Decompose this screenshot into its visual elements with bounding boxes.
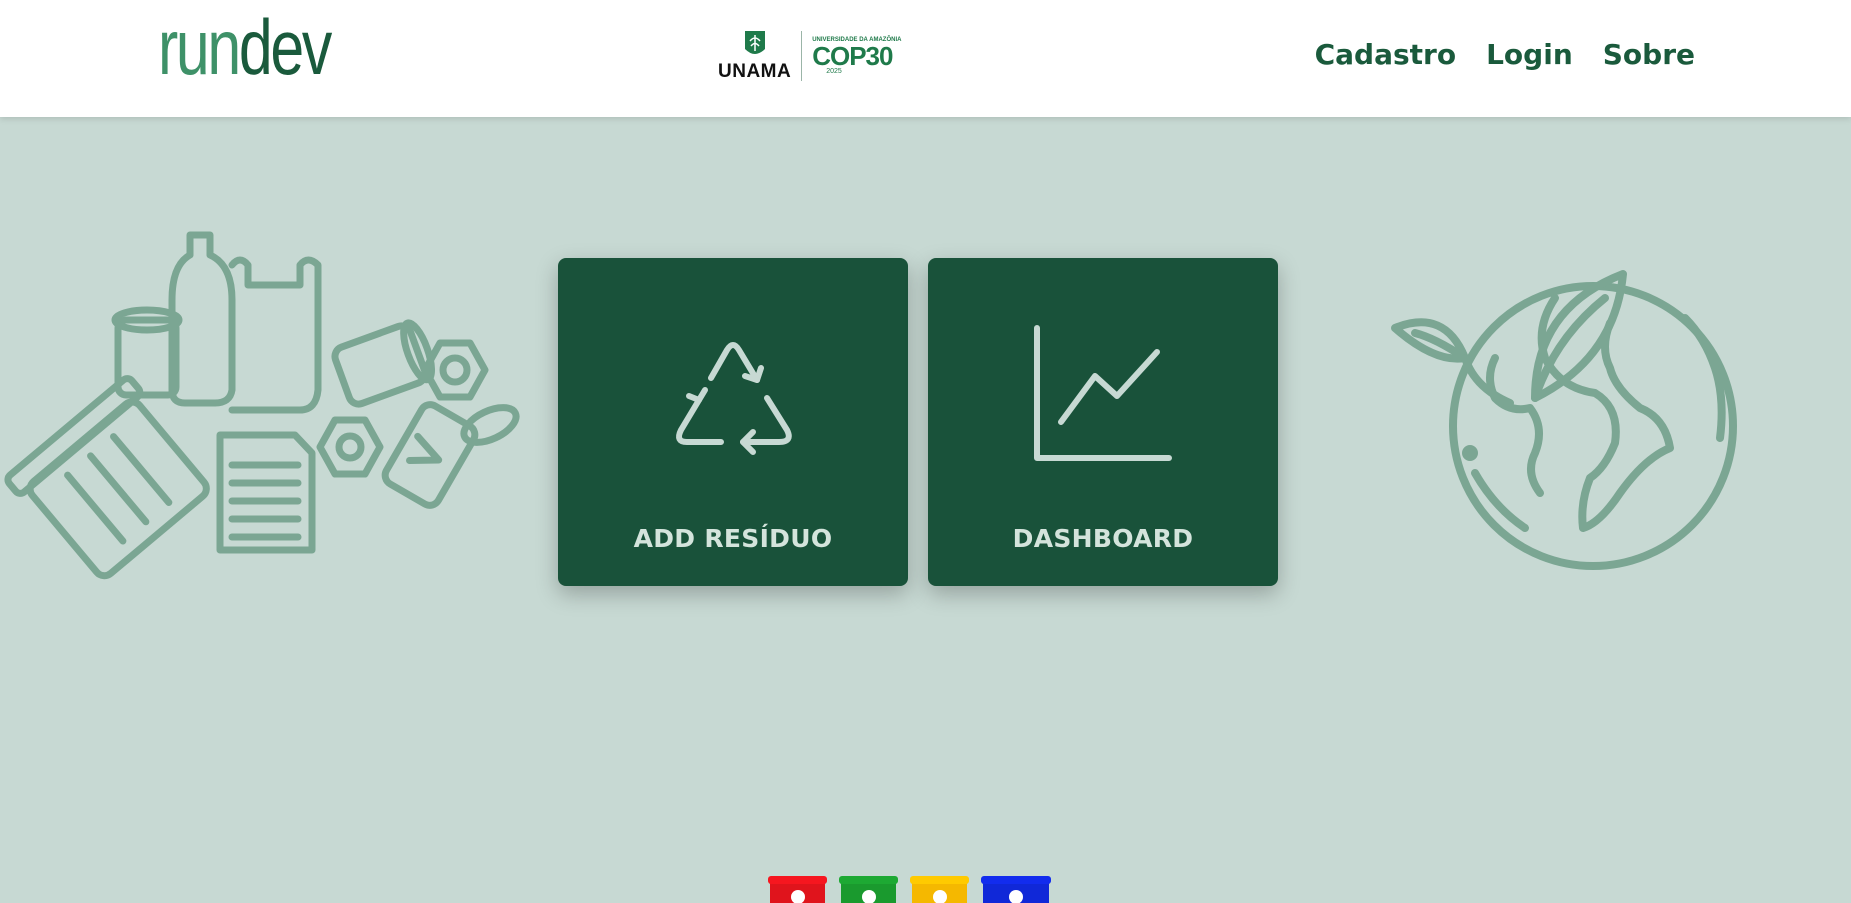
unama-emblem-icon [744, 31, 765, 54]
unama-logo: UNAMA [718, 29, 791, 83]
dashboard-label: DASHBOARD [1012, 524, 1194, 553]
cop30-year: 2025 [826, 67, 842, 75]
partner-divider [801, 31, 803, 81]
nav-link-login[interactable]: Login [1486, 38, 1573, 71]
recycle-icon [676, 342, 792, 455]
brand-logo-part2: dev [238, 3, 332, 91]
nav-link-sobre[interactable]: Sobre [1603, 38, 1695, 71]
main-nav: Cadastro Login Sobre [1315, 38, 1695, 71]
yellow-bin [912, 876, 967, 903]
blue-bin [983, 876, 1049, 903]
red-bin [770, 876, 825, 903]
cop30-logo: UNIVERSIDADE DA AMAZÔNIA COP30 2025 [812, 37, 901, 76]
top-navbar: run dev UNAMA UNIVERSIDADE DA AMAZÔNIA CO… [0, 0, 1851, 117]
add-residuo-label: ADD RESÍDUO [633, 524, 833, 553]
brand-logo[interactable]: run dev [158, 8, 332, 86]
green-bin [841, 876, 896, 903]
waste-items-illustration [4, 231, 520, 580]
cop30-title: COP30 [812, 40, 893, 71]
nav-link-cadastro[interactable]: Cadastro [1315, 38, 1456, 71]
partner-logos: UNAMA UNIVERSIDADE DA AMAZÔNIA COP30 202… [718, 28, 901, 84]
unama-wordmark: UNAMA [718, 61, 792, 82]
line-chart-icon [1034, 325, 1172, 461]
add-residuo-card[interactable]: ADD RESÍDUO [558, 258, 908, 586]
recycling-bins-illustration [770, 876, 1049, 903]
dashboard-card[interactable]: DASHBOARD [928, 258, 1278, 586]
earth-with-leaves-illustration [1391, 270, 1737, 570]
brand-logo-part1: run [158, 3, 241, 91]
